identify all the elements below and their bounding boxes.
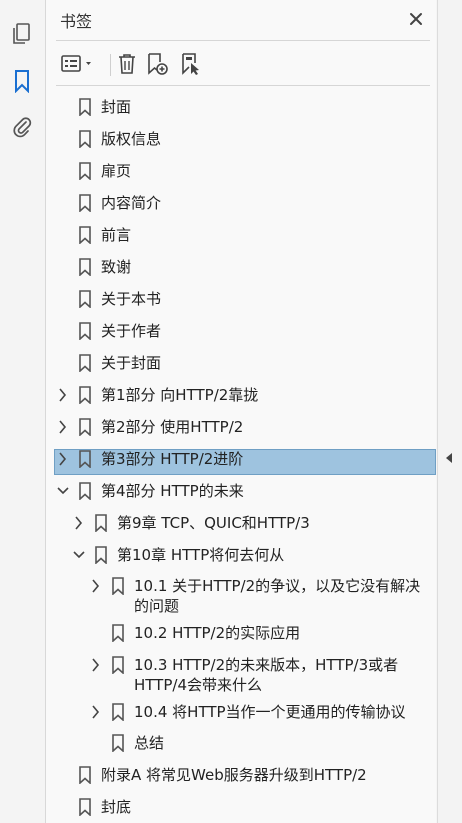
bookmark-label: 第10章 HTTP将何去何从 — [117, 546, 285, 564]
panel-title: 书签 — [60, 12, 93, 31]
bookmark-label: 关于本书 — [101, 290, 162, 308]
chevron-right-icon[interactable] — [90, 705, 102, 719]
bookmark-icon — [79, 798, 91, 816]
chevron-down-icon[interactable] — [73, 548, 85, 562]
bookmark-label: 10.4 将HTTP当作一个更通用的传输协议 — [134, 703, 406, 721]
bookmark-row[interactable]: 封底 — [0, 792, 436, 822]
bookmark-icon — [79, 194, 91, 212]
bookmark-icon — [79, 226, 91, 244]
trash-icon[interactable] — [114, 50, 140, 78]
bookmark-icon — [79, 258, 91, 276]
bookmark-icon — [79, 766, 91, 784]
chevron-right-icon[interactable] — [90, 658, 102, 672]
bookmark-icon — [79, 482, 91, 500]
bookmark-row[interactable]: 关于封面 — [0, 348, 436, 378]
bookmark-icon — [79, 290, 91, 308]
bookmark-icon — [95, 546, 107, 564]
bookmark-icon — [79, 322, 91, 340]
bookmark-label: 总结 — [134, 734, 165, 752]
bookmark-row[interactable]: 10.3 HTTP/2的未来版本，HTTP/3或者HTTP/4会带来什么 — [0, 650, 436, 698]
bookmark-row[interactable]: 关于本书 — [0, 284, 436, 314]
chevron-right-icon[interactable] — [57, 388, 69, 402]
bookmark-row[interactable]: 10.2 HTTP/2的实际应用 — [0, 618, 436, 648]
bookmark-icon — [79, 130, 91, 148]
bookmark-row[interactable]: 第9章 TCP、QUIC和HTTP/3 — [0, 508, 436, 538]
bookmark-icon — [79, 98, 91, 116]
chevron-right-icon[interactable] — [57, 452, 69, 466]
bookmark-row[interactable]: 10.1 关于HTTP/2的争议，以及它没有解决的问题 — [0, 571, 436, 619]
chevron-right-icon[interactable] — [90, 579, 102, 593]
bookmark-row[interactable]: 第3部分 HTTP/2进阶 — [0, 444, 436, 474]
bookmark-label: 第4部分 HTTP的未来 — [101, 482, 244, 500]
options-menu-icon[interactable] — [60, 50, 98, 78]
bookmark-row[interactable]: 版权信息 — [0, 124, 436, 154]
bookmark-icon — [79, 386, 91, 404]
bookmark-label: 第2部分 使用HTTP/2 — [101, 418, 244, 436]
add-bookmark-icon[interactable] — [144, 50, 170, 78]
bookmark-icon — [79, 418, 91, 436]
bookmark-icon — [79, 450, 91, 468]
bookmarks-toolbar — [56, 46, 426, 82]
chevron-right-icon[interactable] — [57, 420, 69, 434]
bookmark-icon — [112, 656, 124, 674]
bookmark-label: 扉页 — [101, 162, 132, 180]
bookmark-cursor-icon[interactable] — [178, 50, 204, 78]
bookmark-icon — [79, 354, 91, 372]
bookmark-label: 第1部分 向HTTP/2靠拢 — [101, 386, 259, 404]
bookmark-ribbon-icon[interactable] — [8, 67, 36, 95]
bookmark-label: 10.1 关于HTTP/2的争议，以及它没有解决的问题 — [134, 577, 421, 615]
close-icon[interactable] — [404, 7, 428, 31]
bookmark-icon — [95, 514, 107, 532]
bookmark-row[interactable]: 第10章 HTTP将何去何从 — [0, 540, 436, 570]
bookmark-row[interactable]: 附录A 将常见Web服务器升级到HTTP/2 — [0, 760, 436, 790]
bookmark-icon — [112, 734, 124, 752]
bookmark-icon — [112, 624, 124, 642]
bookmark-label: 关于作者 — [101, 322, 162, 340]
bookmark-label: 致谢 — [101, 258, 132, 276]
bookmark-label: 封面 — [101, 98, 132, 116]
bookmark-label: 封底 — [101, 798, 132, 816]
bookmark-label: 前言 — [101, 226, 132, 244]
toolbar-separator — [110, 54, 111, 76]
bookmark-row[interactable]: 10.4 将HTTP当作一个更通用的传输协议 — [0, 697, 436, 727]
bookmark-icon — [112, 703, 124, 721]
divider — [56, 85, 430, 86]
divider — [56, 40, 430, 41]
bookmark-row[interactable]: 内容简介 — [0, 188, 436, 218]
bookmark-row[interactable]: 总结 — [0, 728, 436, 758]
collapse-panel-icon[interactable] — [444, 450, 454, 464]
chevron-right-icon[interactable] — [73, 516, 85, 530]
bookmark-icon — [79, 162, 91, 180]
right-collapse-strip — [437, 0, 462, 823]
bookmark-label: 第3部分 HTTP/2进阶 — [101, 450, 244, 468]
bookmark-row[interactable]: 扉页 — [0, 156, 436, 186]
bookmark-row[interactable]: 第1部分 向HTTP/2靠拢 — [0, 380, 436, 410]
bookmark-row[interactable]: 致谢 — [0, 252, 436, 282]
bookmark-row[interactable]: 第4部分 HTTP的未来 — [0, 476, 436, 506]
bookmark-row[interactable]: 关于作者 — [0, 316, 436, 346]
bookmark-label: 附录A 将常见Web服务器升级到HTTP/2 — [101, 766, 367, 784]
bookmark-label: 版权信息 — [101, 130, 162, 148]
bookmark-label: 10.3 HTTP/2的未来版本，HTTP/3或者HTTP/4会带来什么 — [134, 656, 399, 694]
bookmark-label: 第9章 TCP、QUIC和HTTP/3 — [117, 514, 310, 532]
bookmark-label: 10.2 HTTP/2的实际应用 — [134, 624, 301, 642]
pages-icon[interactable] — [8, 20, 36, 48]
bookmark-label: 关于封面 — [101, 354, 162, 372]
bookmark-row[interactable]: 封面 — [0, 92, 436, 122]
chevron-down-icon[interactable] — [57, 484, 69, 498]
bookmark-row[interactable]: 第2部分 使用HTTP/2 — [0, 412, 436, 442]
bookmark-icon — [112, 577, 124, 595]
bookmark-row[interactable]: 前言 — [0, 220, 436, 250]
bookmark-label: 内容简介 — [101, 194, 162, 212]
